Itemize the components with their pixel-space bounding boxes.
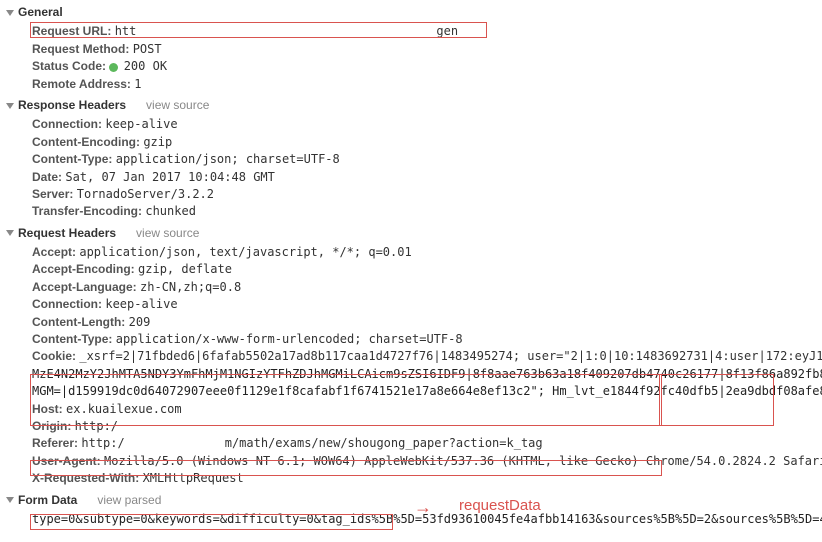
arrow-icon: → [414, 494, 432, 520]
row-content-encoding: Content-Encoding: gzip [4, 134, 822, 151]
row-content-length: Content-Length: 209 [4, 314, 822, 331]
view-source-link[interactable]: view source [146, 97, 209, 114]
row-form-data-body: type=0&subtype=0&keywords=&difficulty=0&… [4, 511, 822, 528]
row-content-type: Content-Type: application/json; charset=… [4, 151, 822, 168]
row-referer: Referer: http:/m/math/exams/new/shougong… [4, 435, 822, 452]
row-content-type: Content-Type: application/x-www-form-url… [4, 331, 822, 348]
value: POST [133, 42, 162, 56]
row-accept-language: Accept-Language: zh-CN,zh;q=0.8 [4, 279, 822, 296]
label: Remote Address: [32, 77, 131, 91]
annotation-label: requestData [459, 495, 541, 517]
row-connection: Connection: keep-alive [4, 296, 822, 313]
row-origin: Origin: http:/ [4, 418, 822, 435]
row-remote-address: Remote Address: 1 [4, 76, 822, 93]
value: 1 [134, 77, 141, 91]
section-header-request-headers[interactable]: Request Headers view source [4, 225, 822, 242]
collapse-icon[interactable] [6, 497, 14, 503]
view-parsed-link[interactable]: view parsed [97, 492, 161, 509]
row-date: Date: Sat, 07 Jan 2017 10:04:48 GMT [4, 169, 822, 186]
row-accept: Accept: application/json, text/javascrip… [4, 244, 822, 261]
collapse-icon[interactable] [6, 10, 14, 16]
label: Request Method: [32, 42, 129, 56]
label: Status Code: [32, 59, 106, 73]
row-status-code: Status Code: 200 OK [4, 58, 822, 75]
row-request-method: Request Method: POST [4, 41, 822, 58]
section-header-response-headers[interactable]: Response Headers view source [4, 97, 822, 114]
row-cookie-cont: MGM=|d159919dc0d64072907eee0f1129e1f8caf… [4, 383, 822, 400]
row-transfer-encoding: Transfer-Encoding: chunked [4, 203, 822, 220]
section-title: Request Headers [18, 225, 116, 242]
row-host: Host: ex.kuailexue.com [4, 401, 822, 418]
row-user-agent: User-Agent: Mozilla/5.0 (Windows NT 6.1;… [4, 453, 822, 470]
section-title: Response Headers [18, 97, 126, 114]
collapse-icon[interactable] [6, 103, 14, 109]
label: Request URL: [32, 24, 111, 38]
row-request-url: Request URL: httgen [4, 23, 822, 40]
row-server: Server: TornadoServer/3.2.2 [4, 186, 822, 203]
row-accept-encoding: Accept-Encoding: gzip, deflate [4, 261, 822, 278]
section-header-general[interactable]: General [4, 4, 822, 21]
view-source-link[interactable]: view source [136, 225, 199, 242]
collapse-icon[interactable] [6, 230, 14, 236]
row-cookie: Cookie: _xsrf=2|71fbded6|6fafab5502a17ad… [4, 348, 822, 365]
section-header-form-data[interactable]: Form Data view parsed [4, 492, 822, 509]
section-title: General [18, 4, 63, 21]
section-title: Form Data [18, 492, 77, 509]
row-x-requested-with: X-Requested-With: XMLHttpRequest [4, 470, 822, 487]
value: 200 OK [124, 59, 167, 73]
status-dot-icon [109, 63, 118, 72]
row-cookie-cont: MzE4N2MzY2JhMTA5NDY3YmFhMjM1NGIzYTFhZDJh… [4, 366, 822, 383]
row-connection: Connection: keep-alive [4, 116, 822, 133]
